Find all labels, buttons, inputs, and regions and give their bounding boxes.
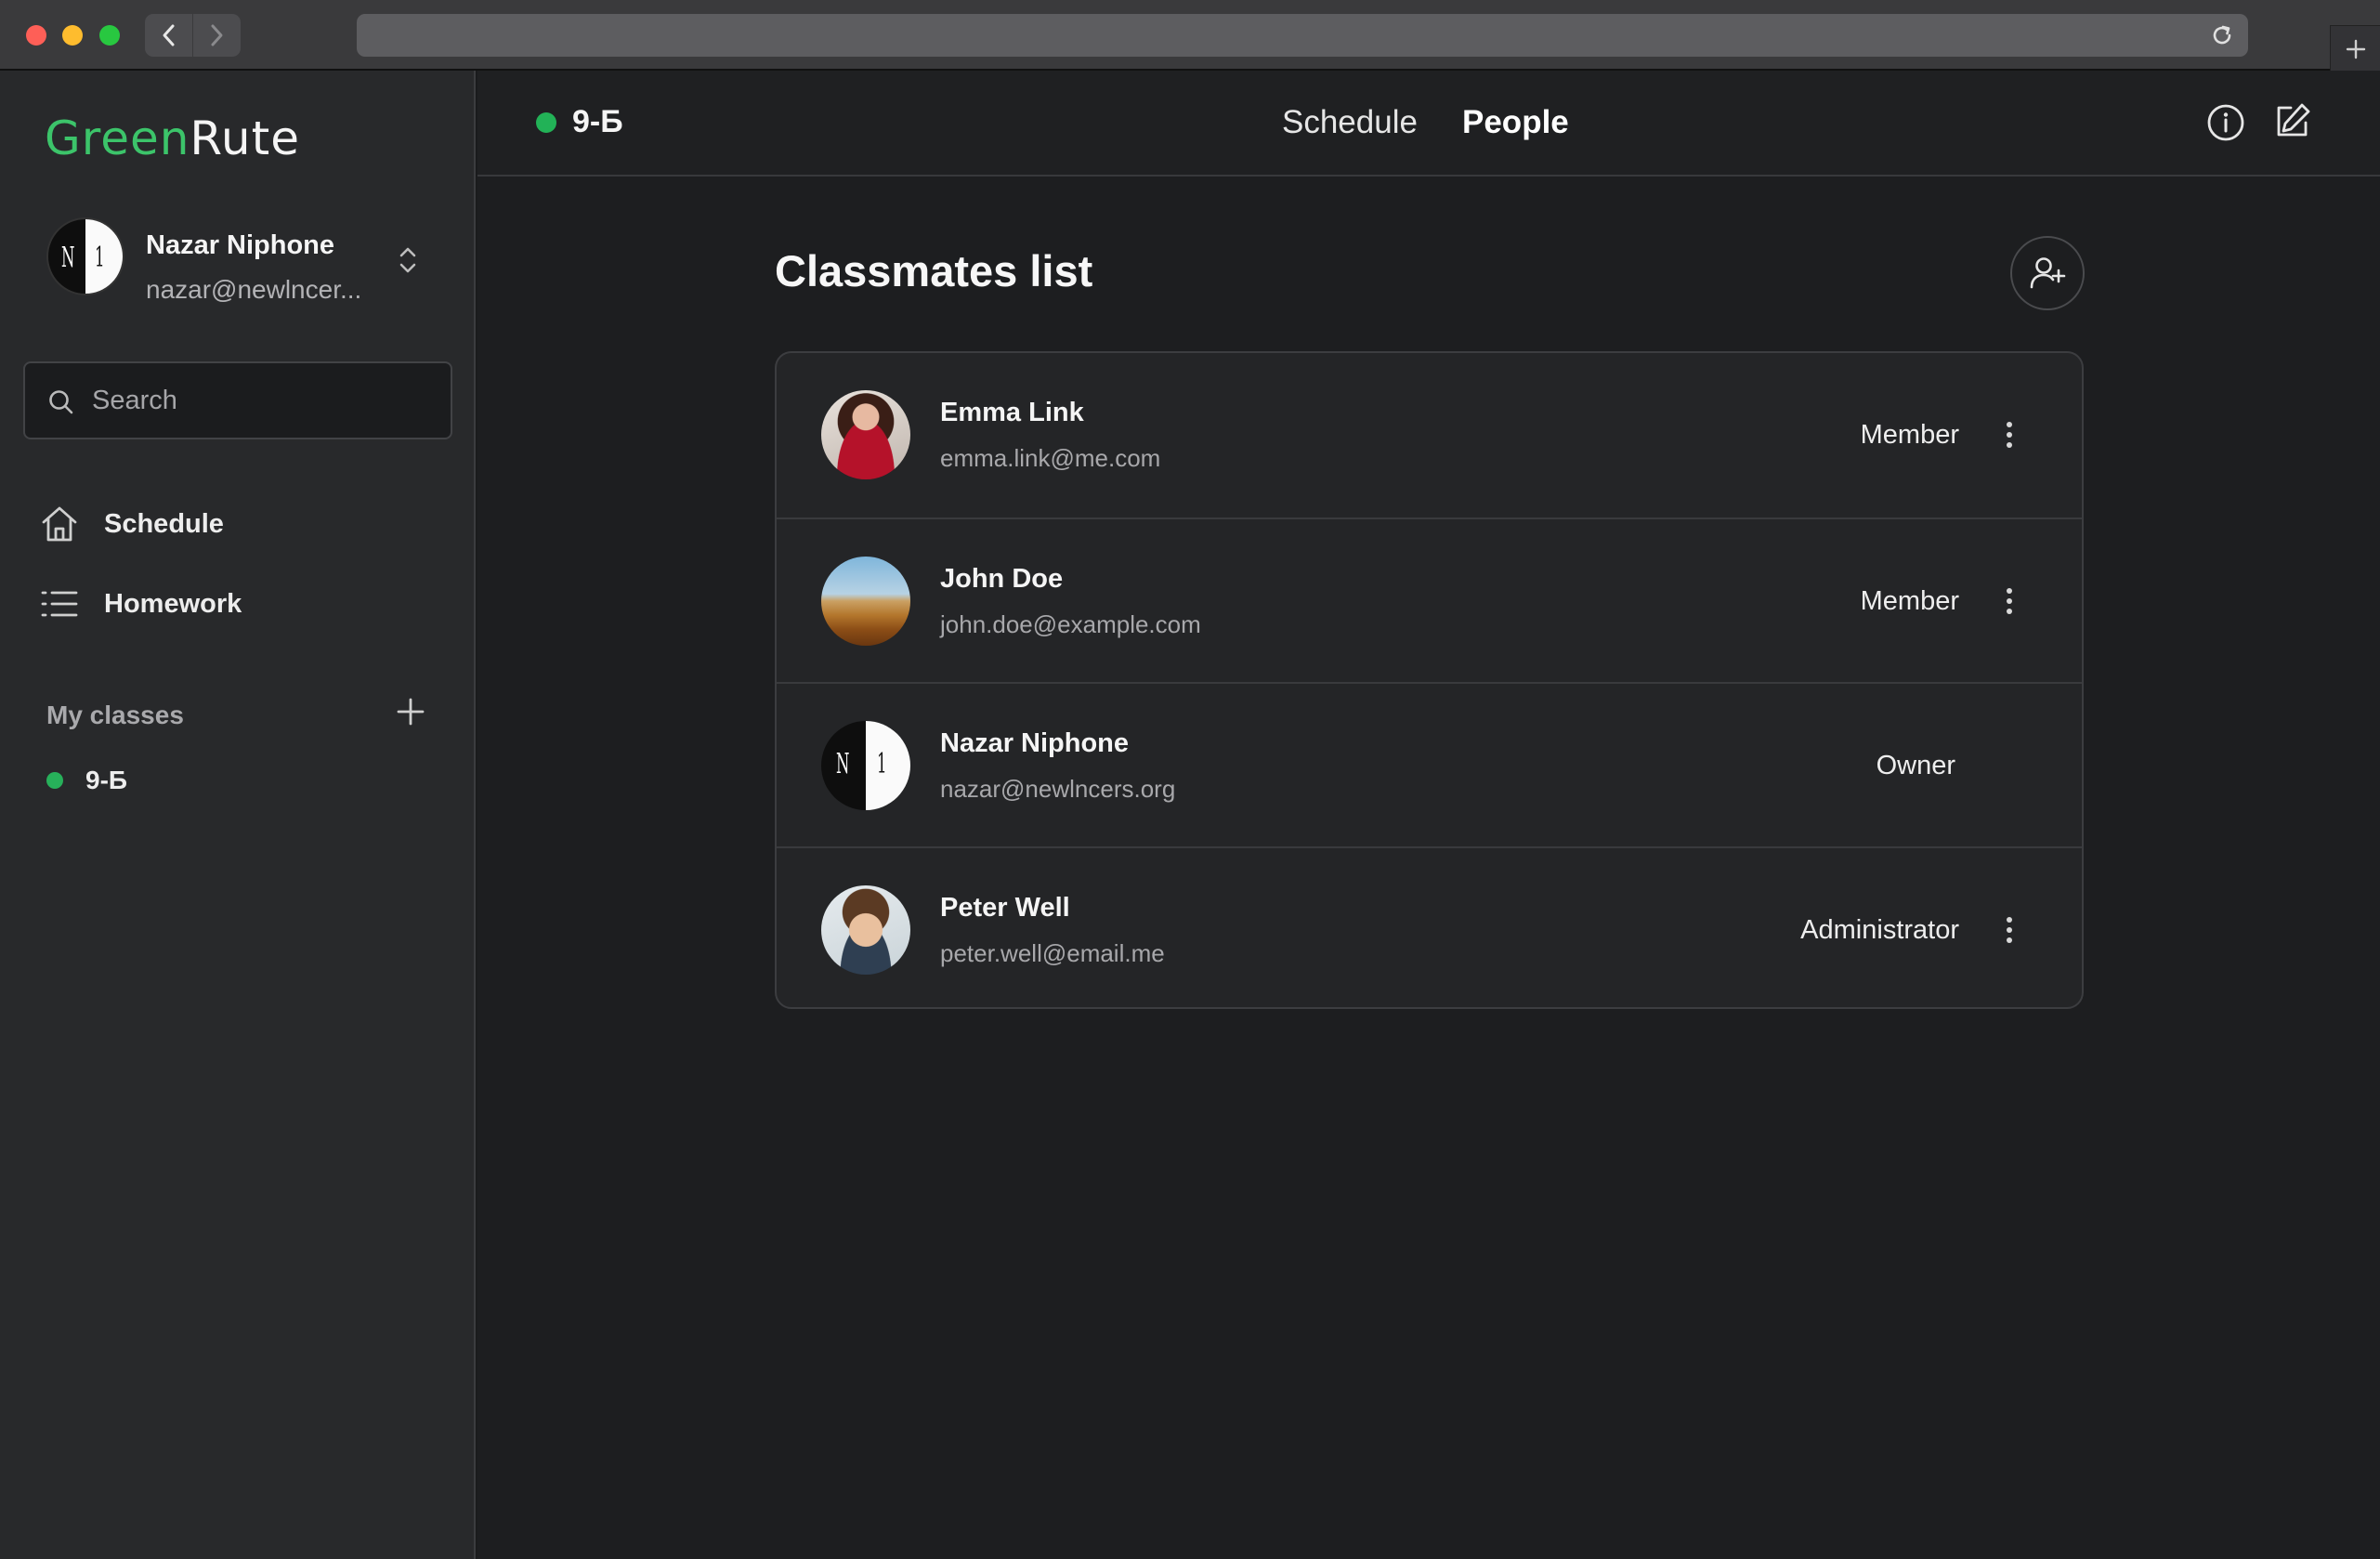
sidebar-class-9b[interactable]: 9-Б	[46, 766, 127, 795]
member-name: Nazar Niphone	[940, 728, 1130, 758]
more-options-icon[interactable]	[1998, 418, 2020, 452]
edit-icon[interactable]	[2270, 100, 2313, 143]
avatar	[821, 390, 910, 479]
user-plus-icon	[2030, 257, 2066, 289]
sidebar-item-schedule[interactable]: Schedule	[39, 500, 224, 548]
search-box	[23, 361, 452, 439]
sidebar-item-label: Schedule	[104, 508, 224, 539]
member-name: Emma Link	[940, 398, 1084, 427]
home-icon	[42, 506, 77, 542]
more-options-icon[interactable]	[1998, 913, 2020, 947]
list-item[interactable]: John Doe john.doe@example.com Member	[777, 517, 2082, 682]
logo-part-white: Rute	[190, 111, 300, 165]
class-status-dot	[536, 112, 556, 133]
avatar: N 1	[46, 217, 124, 295]
maximize-window-button[interactable]	[99, 25, 120, 46]
account-switcher[interactable]: N 1 Nazar Niphone nazar@newlncer...	[46, 217, 437, 304]
search-icon	[49, 390, 73, 414]
tab-people[interactable]: People	[1462, 104, 1569, 141]
avatar-initial-left: N	[836, 747, 850, 780]
list-icon	[41, 591, 78, 617]
member-email: john.doe@example.com	[940, 610, 1201, 638]
page-title: Classmates list	[775, 246, 1093, 295]
avatar: N 1	[821, 721, 910, 810]
avatar-initial-right: 1	[876, 747, 887, 780]
new-tab-button[interactable]	[2330, 25, 2380, 72]
class-header: 9-Б Schedule People	[477, 71, 2380, 177]
info-icon[interactable]	[2205, 102, 2246, 143]
class-status-dot	[46, 772, 63, 789]
more-options-icon[interactable]	[1998, 584, 2020, 618]
member-name: John Doe	[940, 564, 1064, 594]
list-item[interactable]: N 1 Nazar Niphone nazar@newlncers.org Ow…	[777, 682, 2082, 846]
plus-icon	[2346, 39, 2365, 59]
back-button[interactable]	[145, 14, 192, 57]
tab-schedule[interactable]: Schedule	[1282, 104, 1418, 141]
app-logo[interactable]: GreenRute	[45, 111, 300, 165]
member-email: nazar@newlncers.org	[940, 775, 1176, 803]
list-item[interactable]: Emma Link emma.link@me.com Member	[777, 353, 2082, 517]
chevron-up-down-icon[interactable]	[396, 243, 420, 277]
sidebar-item-homework[interactable]: Homework	[39, 580, 242, 628]
sidebar: GreenRute N 1 Nazar Niphone nazar@newlnc…	[0, 71, 476, 1559]
avatar-initial-right: 1	[94, 242, 105, 274]
add-class-plus-icon[interactable]	[394, 695, 427, 728]
main-content: 9-Б Schedule People Classmates list Emma…	[477, 71, 2380, 1559]
classmates-list: Emma Link emma.link@me.com Member John D…	[775, 351, 2084, 1009]
member-role: Owner	[1876, 751, 1955, 780]
sidebar-item-label: Homework	[104, 588, 242, 619]
search-input[interactable]	[92, 363, 436, 438]
member-role: Administrator	[1800, 915, 1959, 945]
browser-toolbar	[0, 0, 2380, 72]
chevron-right-icon	[211, 24, 223, 46]
reload-icon[interactable]	[2209, 22, 2235, 48]
my-classes-heading: My classes	[46, 701, 184, 729]
minimize-window-button[interactable]	[62, 25, 83, 46]
class-label: 9-Б	[85, 766, 128, 794]
class-title: 9-Б	[572, 104, 623, 139]
avatar-initial-left: N	[60, 242, 75, 274]
member-email: emma.link@me.com	[940, 444, 1161, 472]
account-name: Nazar Niphone	[146, 230, 335, 260]
close-window-button[interactable]	[26, 25, 46, 46]
avatar	[821, 885, 910, 975]
member-email: peter.well@email.me	[940, 939, 1165, 967]
add-classmate-button[interactable]	[2010, 236, 2085, 310]
chevron-left-icon	[163, 24, 174, 46]
member-name: Peter Well	[940, 893, 1070, 923]
logo-part-green: Green	[45, 111, 190, 165]
avatar	[821, 557, 910, 646]
history-nav	[145, 14, 241, 57]
list-item[interactable]: Peter Well peter.well@email.me Administr…	[777, 846, 2082, 1007]
account-email: nazar@newlncer...	[146, 275, 362, 304]
member-role: Member	[1860, 420, 1959, 450]
address-bar[interactable]	[357, 14, 2248, 57]
forward-button[interactable]	[192, 14, 240, 57]
member-role: Member	[1860, 586, 1959, 616]
